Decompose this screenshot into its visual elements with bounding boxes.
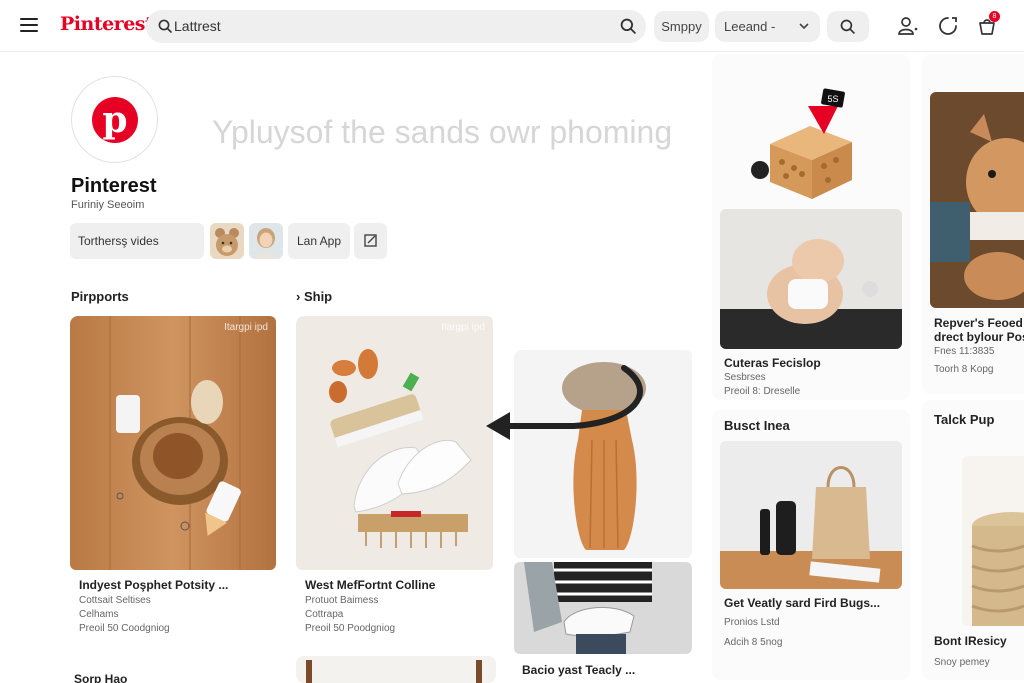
pin-card[interactable] — [296, 656, 496, 683]
pin-image: Itargpi ipd — [70, 316, 276, 570]
profile-name: Pinterest — [71, 175, 157, 197]
language-select-label: Leeand - — [724, 19, 776, 34]
pin-title: Get Veatly sard Fird Bugs... — [724, 596, 881, 610]
pin-watermark: Itargpi ipd — [224, 322, 268, 333]
pin-image — [306, 660, 482, 683]
pin-card[interactable]: Talck Pup Bont IResicy Snoy pemey — [922, 400, 1024, 680]
chevron-right-icon: › — [296, 289, 304, 304]
pinterest-p-icon: p — [92, 97, 138, 143]
search-icon — [840, 19, 855, 34]
pin-card[interactable]: Itargpi ipd Indyest Poşphet Potsity ... … — [70, 316, 278, 649]
profile-logo[interactable]: p — [71, 76, 158, 163]
shop-button[interactable]: Smppy — [654, 11, 709, 42]
pin-card[interactable]: 5S Cuteras Fecislop Sesbrses Preoil 8: D… — [712, 54, 910, 400]
top-bar: Pinterest Lattrest Smppy Leeand - 8 — [0, 0, 1024, 52]
pin-meta: Cottrapa — [305, 609, 344, 620]
pin-card[interactable]: Busct Inea Get Veatly sard Fird Bugs... … — [712, 410, 910, 680]
pin-image — [930, 92, 1024, 308]
search-icon — [158, 19, 172, 33]
pin-title-line2: drect bylour Post — [934, 330, 1024, 344]
pin-title: Bont IResicy — [934, 634, 1007, 648]
pin-image: 5S — [720, 54, 902, 204]
pin-image — [720, 441, 902, 589]
chevron-down-icon — [799, 23, 809, 30]
app-chip[interactable]: Lan App — [288, 223, 350, 259]
pin-meta: Preoil 8: Dreselle — [724, 386, 801, 397]
pinterest-logo[interactable]: Pinterest — [60, 13, 154, 35]
pin-image — [720, 209, 902, 349]
pin-title: Cuteras Fecislop — [724, 356, 821, 370]
pin-meta: Adcih 8 5nog — [724, 637, 783, 648]
notification-badge: 8 — [989, 11, 1000, 22]
pin-title: West MefFortnt Colline — [305, 578, 436, 592]
pin-meta: Celhams — [79, 609, 119, 620]
pin-title: Sorp Hao — [74, 672, 128, 683]
pin-image — [514, 350, 692, 558]
pin-meta: Preoil 50 Coodgniog — [79, 623, 170, 634]
pin-meta: Sesbrses — [724, 372, 766, 383]
pin-image — [962, 456, 1024, 626]
pin-title: Repver's Feoed I... — [934, 316, 1024, 330]
notifications-icon[interactable]: 8 — [976, 11, 1000, 37]
profile-icon[interactable] — [896, 15, 918, 37]
pin-image — [514, 562, 692, 654]
pin-meta: Toorh 8 Kopg — [934, 364, 994, 375]
pin-title: Indyest Poşphet Potsity ... — [79, 578, 229, 592]
profile-subtitle: Furiniy Seeoim — [71, 199, 145, 211]
pin-meta: Pronios Lstd — [724, 617, 780, 628]
menu-icon[interactable] — [20, 18, 38, 32]
pin-watermark: Itargpi ipd — [441, 322, 485, 333]
pin-meta: Cottsait Seltises — [79, 595, 151, 606]
pin-meta: Fnes 11:3835 — [934, 346, 995, 357]
pin-tag: 5S — [827, 94, 838, 104]
videos-chip[interactable]: Torthersş vides — [70, 223, 204, 259]
search-input[interactable]: Lattrest — [146, 10, 646, 43]
pin-card[interactable]: Sorp Hao — [70, 664, 278, 683]
messages-icon[interactable] — [937, 15, 959, 37]
search-button[interactable] — [827, 11, 869, 42]
section-label-mid: › Ship — [296, 289, 332, 304]
search-input-value: Lattrest — [174, 18, 221, 34]
pin-title: Busct Inea — [724, 418, 790, 433]
external-link-button[interactable] — [354, 223, 387, 259]
external-link-icon — [364, 234, 377, 247]
pin-title: Talck Pup — [934, 412, 995, 427]
pin-card[interactable]: Itargpi ipd West MefFortnt Colline Protu… — [296, 316, 496, 638]
page-tagline: Ypluysof the sands owr phoming — [212, 114, 673, 150]
pin-card[interactable]: Repver's Feoed I... drect bylour Post Fn… — [922, 54, 1024, 394]
pin-meta: Protuot Baimess — [305, 595, 379, 606]
search-submit-icon[interactable] — [620, 18, 636, 34]
pin-image: Itargpi ipd — [296, 316, 493, 570]
section-label-left: Pirpports — [71, 289, 129, 304]
bear-avatar[interactable] — [210, 223, 244, 259]
pin-title: Bacio yast Teacly ... — [522, 663, 636, 677]
language-select[interactable]: Leeand - — [715, 11, 820, 42]
person-avatar[interactable] — [249, 223, 283, 259]
section-label-mid-text: Ship — [303, 289, 333, 304]
pin-card[interactable]: Bacio yast Teacly ... — [514, 350, 694, 683]
pin-meta: Preoil 50 Poodgniog — [305, 623, 396, 634]
pin-meta: Snoy pemey — [934, 657, 990, 668]
